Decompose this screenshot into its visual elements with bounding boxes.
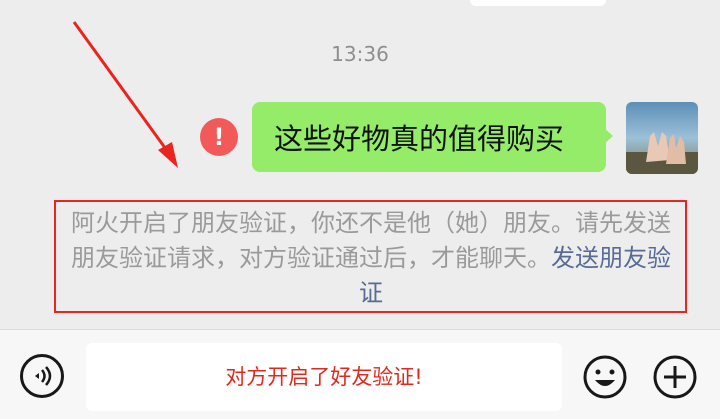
avatar-image	[626, 102, 698, 174]
voice-icon-glyph	[35, 366, 52, 386]
input-overlay-text: 对方开启了好友验证!	[225, 365, 423, 389]
message-bubble[interactable]: 这些好物真的值得购买	[252, 102, 606, 172]
plus-icon-glyph	[653, 355, 697, 399]
previous-message-bubble[interactable]	[470, 0, 606, 6]
bubble-tail	[604, 128, 613, 144]
avatar[interactable]	[626, 102, 698, 174]
voice-icon[interactable]	[20, 354, 64, 398]
emoji-icon[interactable]	[582, 354, 628, 400]
plus-icon[interactable]	[652, 354, 698, 400]
message-timestamp: 13:36	[331, 42, 389, 66]
send-failed-icon[interactable]: !	[200, 118, 238, 156]
message-text: 这些好物真的值得购买	[274, 122, 565, 156]
friend-verification-notice: 阿火开启了朋友验证，你还不是他（她）朋友。请先发送朋友验证请求，对方验证通过后，…	[62, 206, 680, 311]
emoji-icon-glyph	[583, 355, 627, 399]
